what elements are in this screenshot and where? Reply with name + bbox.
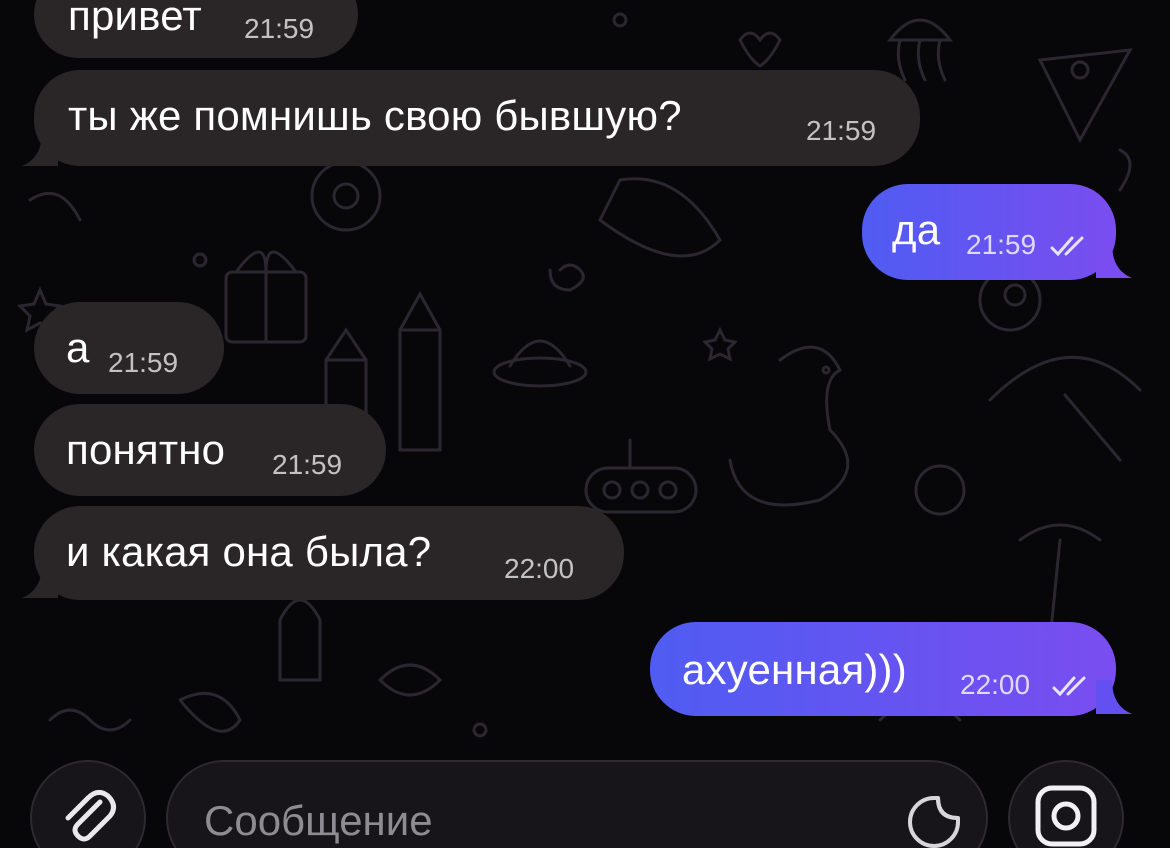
- incoming-message[interactable]: ты же помнишь свою бывшую? 21:59: [34, 70, 920, 166]
- sticker-icon[interactable]: [904, 792, 964, 848]
- message-time: 22:00: [504, 553, 575, 584]
- outgoing-message[interactable]: ахуенная))) 22:00: [650, 622, 1116, 716]
- message-text: понятно: [66, 426, 226, 473]
- message-text: и какая она была?: [66, 528, 432, 575]
- bubble-tail: [22, 132, 58, 166]
- camera-icon: [1035, 785, 1097, 847]
- chat-screen: привет 21:59 ты же помнишь свою бывшую? …: [0, 0, 1170, 848]
- outgoing-message[interactable]: да 21:59: [862, 184, 1116, 280]
- bubble-tail: [22, 564, 58, 598]
- message-text: ты же помнишь свою бывшую?: [68, 92, 682, 139]
- message-input[interactable]: [202, 790, 886, 848]
- paperclip-icon: [65, 790, 116, 842]
- message-time: 21:59: [108, 347, 179, 378]
- incoming-message[interactable]: и какая она была? 22:00: [34, 506, 624, 600]
- message-text: да: [892, 206, 941, 253]
- message-time: 22:00: [960, 669, 1031, 700]
- message-time: 21:59: [244, 13, 315, 44]
- bubble-tail: [1096, 680, 1132, 714]
- incoming-message[interactable]: а 21:59: [34, 302, 224, 394]
- incoming-message[interactable]: понятно 21:59: [34, 404, 386, 496]
- incoming-message[interactable]: привет 21:59: [34, 0, 358, 58]
- bubble-tail: [1096, 244, 1132, 278]
- message-text: ахуенная))): [682, 646, 907, 693]
- message-time: 21:59: [272, 449, 343, 480]
- double-check-icon: [1052, 676, 1086, 697]
- message-time: 21:59: [806, 115, 877, 146]
- double-check-icon: [1050, 236, 1084, 257]
- message-text: а: [66, 324, 90, 371]
- message-text: привет: [68, 0, 202, 39]
- message-time: 21:59: [966, 229, 1037, 260]
- message-input-container: [166, 760, 988, 848]
